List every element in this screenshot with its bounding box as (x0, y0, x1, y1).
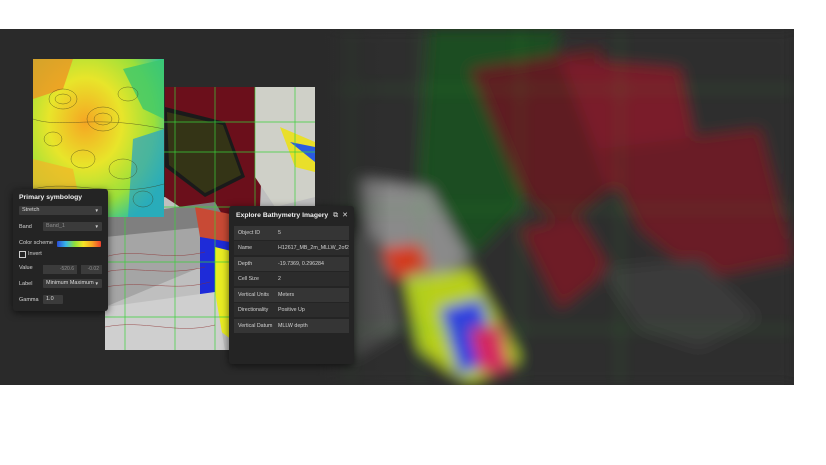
field-value: Meters (278, 292, 295, 298)
invert-label: Invert (28, 251, 42, 257)
color-ramp-selector[interactable] (57, 241, 101, 247)
label-dropdown[interactable]: Minimum Maximum ▼ (43, 279, 102, 288)
popup-row: Cell Size 2 (234, 272, 349, 286)
stretch-type-value: Stretch (22, 207, 40, 213)
primary-symbology-panel: Primary symbology Stretch ▼ Band Band_1 … (13, 189, 108, 311)
popup-actions: ⧉ ✕ (329, 211, 348, 220)
value-max-input[interactable]: -0.02 (81, 265, 102, 274)
invert-checkbox[interactable] (19, 251, 26, 258)
panel-title: Primary symbology (19, 194, 83, 201)
field-name: Cell Size (238, 276, 259, 282)
stretch-type-dropdown[interactable]: Stretch ▼ (19, 206, 102, 215)
explore-bathymetry-popup: Explore Bathymetry Imagery ⧉ ✕ Object ID … (229, 206, 354, 364)
field-name: Directionality (238, 307, 269, 313)
close-icon[interactable]: ✕ (342, 212, 348, 219)
popup-row: Object ID 5 (234, 226, 349, 240)
field-name: Vertical Datum (238, 323, 273, 329)
field-name: Name (238, 245, 253, 251)
field-name: Depth (238, 261, 253, 267)
popup-row: Depth -19.7369, 0.296284 (234, 257, 349, 271)
band-label: Band (19, 224, 32, 230)
chevron-down-icon: ▼ (94, 224, 99, 229)
field-value: 5 (278, 230, 281, 236)
band-value: Band_1 (46, 223, 65, 229)
color-scheme-label: Color scheme (19, 240, 53, 246)
band-dropdown[interactable]: Band_1 ▼ (43, 222, 102, 231)
popup-title: Explore Bathymetry Imagery (236, 212, 329, 219)
gamma-input[interactable]: 1.0 (43, 295, 63, 304)
field-name: Object ID (238, 230, 261, 236)
popup-row: Vertical Datum MLLW depth (234, 319, 349, 333)
field-value: Positive Up (278, 307, 305, 313)
field-name: Vertical Units (238, 292, 269, 298)
popup-row: Vertical Units Meters (234, 288, 349, 302)
chevron-down-icon: ▼ (94, 281, 99, 286)
label-label: Label (19, 281, 33, 287)
chevron-down-icon: ▼ (94, 208, 99, 213)
popup-row: Name H12617_MB_2m_MLLW_2of2 (234, 241, 349, 255)
field-value: MLLW depth (278, 323, 308, 329)
popup-row: Directionality Positive Up (234, 303, 349, 317)
value-label: Value (19, 265, 33, 271)
field-value: -19.7369, 0.296284 (278, 261, 324, 267)
gamma-label: Gamma (19, 297, 39, 303)
map-stage: Primary symbology Stretch ▼ Band Band_1 … (0, 29, 794, 385)
field-value: H12617_MB_2m_MLLW_2of2 (278, 245, 349, 251)
dock-icon[interactable]: ⧉ (333, 212, 338, 219)
value-min-input[interactable]: -520.6 (43, 265, 77, 274)
label-value: Minimum Maximum (46, 280, 94, 286)
field-value: 2 (278, 276, 281, 282)
